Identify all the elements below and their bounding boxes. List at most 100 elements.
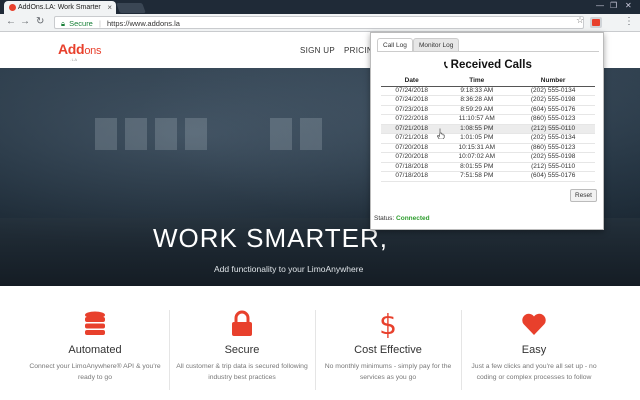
feature-easy: Easy Just a few clicks and you're all se… (461, 286, 607, 400)
browser-tab-bar: AddOns.LA: Work Smarter × — ❐ ✕ (0, 0, 640, 14)
cell-date: 07/18/2018 (381, 171, 443, 182)
popup-tab-underline (377, 51, 599, 52)
feature-secure: Secure All customer & trip data is secur… (169, 286, 315, 400)
table-row[interactable]: 07/24/2018 8:36:28 AM (202) 555-0198 (381, 95, 595, 106)
col-header-time: Time (442, 76, 512, 87)
hero-bg-window (270, 118, 292, 150)
cell-time: 8:01:55 PM (442, 162, 512, 173)
database-icon (85, 311, 105, 335)
col-header-date: Date (381, 76, 443, 87)
site-logo[interactable]: Addons (58, 41, 101, 57)
cell-date: 07/22/2018 (381, 114, 443, 125)
extension-popup: Call Log Monitor Log 📞︎ Received Calls Da… (370, 32, 604, 230)
feature-description: Just a few clicks and you're all set up … (471, 363, 597, 381)
tab-title: AddOns.LA: Work Smarter (18, 4, 101, 11)
cell-date: 07/20/2018 (381, 143, 443, 154)
cell-time: 9:18:33 AM (442, 86, 512, 97)
reset-button[interactable]: Reset (570, 189, 597, 202)
forward-arrow-icon[interactable]: → (20, 16, 30, 27)
cell-date: 07/21/2018 (381, 133, 443, 144)
hero-title: WORK SMARTER, (153, 223, 388, 253)
calls-table: Date Time Number 07/24/2018 9:18:33 AM (20… (381, 76, 595, 182)
table-row-highlighted[interactable]: 07/21/2018 1:08:55 PM (212) 555-0110 (381, 124, 595, 135)
feature-title: Cost Effective (354, 344, 422, 356)
hero-bg-window (155, 118, 177, 150)
feature-title: Secure (224, 344, 260, 356)
table-row[interactable]: 07/18/2018 7:51:58 PM (604) 555-0176 (381, 171, 595, 182)
logo-tld: .LA (70, 57, 78, 62)
feature-cost-effective: $ Cost Effective No monthly minimums - s… (315, 286, 461, 400)
nav-signup-link[interactable]: SIGN UP (300, 46, 335, 55)
cell-date: 07/24/2018 (381, 86, 443, 97)
cell-number: (202) 555-0198 (511, 95, 595, 106)
cell-date: 07/24/2018 (381, 95, 443, 106)
back-arrow-icon[interactable]: ← (6, 16, 16, 27)
extension-button[interactable] (590, 17, 602, 28)
status-value: Connected (396, 215, 430, 222)
cell-number: (212) 555-0110 (511, 124, 595, 135)
cell-time: 1:01:05 PM (442, 133, 512, 144)
table-row[interactable]: 07/24/2018 9:18:33 AM (202) 555-0134 (381, 86, 595, 97)
cell-number: (202) 555-0134 (511, 86, 595, 97)
window-close-icon[interactable]: ✕ (625, 1, 632, 10)
new-tab-button[interactable] (116, 3, 146, 13)
cell-time: 1:08:55 PM (442, 124, 512, 135)
popup-title-text: Received Calls (450, 59, 532, 71)
cell-number: (604) 555-0176 (511, 105, 595, 116)
cell-number: (212) 555-0110 (511, 162, 595, 173)
cell-time: 10:07:02 AM (442, 152, 512, 163)
lock-icon (232, 310, 252, 336)
address-bar[interactable]: 🔒︎ Secure | https://www.addons.la (54, 16, 584, 29)
reload-icon[interactable]: ↻ (36, 16, 44, 27)
cell-date: 07/21/2018 (381, 124, 443, 135)
tab-close-icon[interactable]: × (107, 3, 112, 12)
table-row[interactable]: 07/22/2018 11:10:57 AM (860) 555-0123 (381, 114, 595, 125)
features-section: Automated Connect your LimoAnywhere® API… (0, 286, 640, 400)
dollar-icon: $ (379, 310, 397, 338)
browser-toolbar: ← → ↻ 🔒︎ Secure | https://www.addons.la … (0, 14, 640, 32)
feature-description: No monthly minimums - simply pay for the… (324, 363, 452, 381)
cell-number: (604) 555-0176 (511, 171, 595, 182)
hand-cursor-icon (437, 128, 445, 139)
cell-time: 11:10:57 AM (442, 114, 512, 125)
url-text: https://www.addons.la (107, 19, 180, 28)
nav-pricing-link[interactable]: PRICIN (344, 46, 373, 55)
hero-bg-window (300, 118, 322, 150)
table-row[interactable]: 07/20/2018 10:15:31 AM (860) 555-0123 (381, 143, 595, 154)
hero-bg-window (125, 118, 147, 150)
status-line: Status: Connected (374, 215, 430, 222)
address-separator: | (98, 19, 101, 28)
hero-bg-window (95, 118, 117, 150)
cell-date: 07/23/2018 (381, 105, 443, 116)
feature-description: Connect your LimoAnywhere® API & you're … (29, 363, 161, 381)
heart-icon (522, 313, 546, 335)
tab-monitor-log[interactable]: Monitor Log (413, 38, 460, 51)
site-favicon-icon (9, 4, 16, 11)
cell-time: 7:51:58 PM (442, 171, 512, 182)
cell-time: 8:36:28 AM (442, 95, 512, 106)
window-maximize-icon[interactable]: ❐ (610, 1, 617, 10)
feature-description: All customer & trip data is secured foll… (176, 363, 308, 381)
feature-automated: Automated Connect your LimoAnywhere® API… (22, 286, 168, 400)
hero-subtitle: Add functionality to your LimoAnywhere (214, 264, 364, 274)
cell-date: 07/20/2018 (381, 152, 443, 163)
cell-number: (202) 555-0134 (511, 133, 595, 144)
window-minimize-icon[interactable]: — (596, 1, 604, 10)
logo-ons: ons (84, 45, 102, 57)
browser-tab[interactable]: AddOns.LA: Work Smarter × (4, 1, 116, 14)
logo-add: Add (58, 41, 85, 57)
table-row[interactable]: 07/20/2018 10:07:02 AM (202) 555-0198 (381, 152, 595, 163)
tab-call-log[interactable]: Call Log (377, 38, 413, 51)
cell-time: 8:59:29 AM (442, 105, 512, 116)
bookmark-star-icon[interactable]: ☆ (576, 15, 584, 26)
cell-date: 07/18/2018 (381, 162, 443, 173)
secure-label: Secure (69, 19, 93, 28)
table-header-row: Date Time Number (381, 76, 595, 87)
browser-menu-icon[interactable]: ⋮ (624, 16, 634, 27)
popup-title: 📞︎ Received Calls (371, 59, 605, 71)
table-row[interactable]: 07/23/2018 8:59:29 AM (604) 555-0176 (381, 105, 595, 116)
cell-number: (860) 555-0123 (511, 143, 595, 154)
table-row[interactable]: 07/21/2018 1:01:05 PM (202) 555-0134 (381, 133, 595, 144)
phone-icon: 📞︎ (444, 60, 448, 71)
table-row[interactable]: 07/18/2018 8:01:55 PM (212) 555-0110 (381, 162, 595, 173)
